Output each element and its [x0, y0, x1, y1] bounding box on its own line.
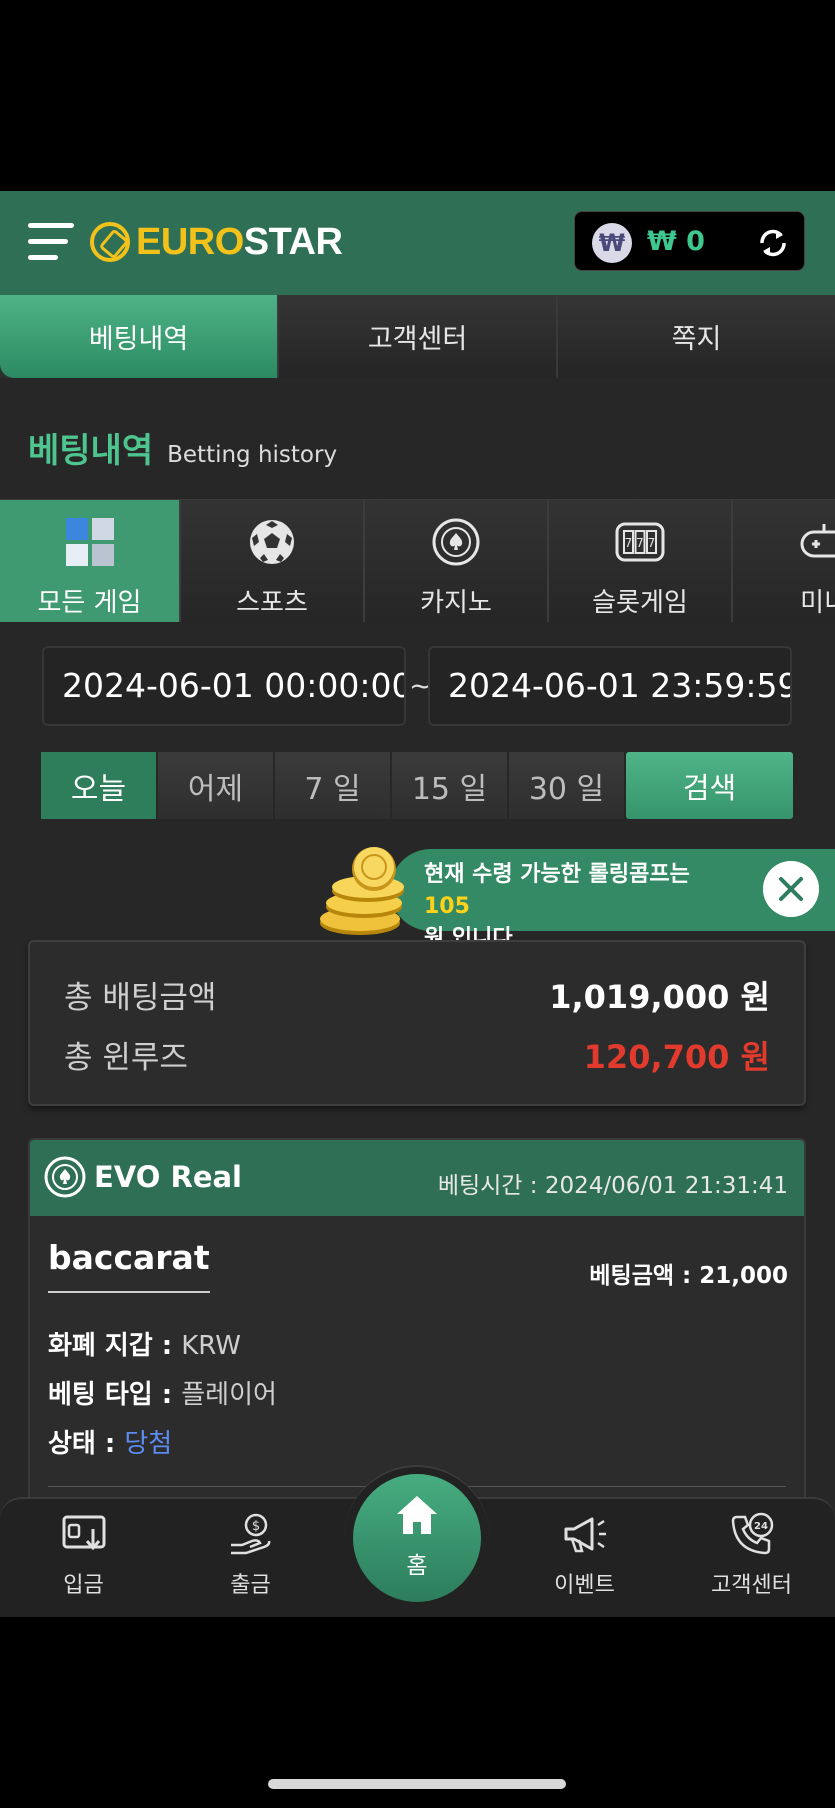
logo-mark-icon [90, 222, 130, 262]
nav-home[interactable]: 홈 [353, 1474, 481, 1602]
nav-label: 출금 [230, 1573, 271, 1598]
nav-label: 입금 [63, 1573, 104, 1598]
bet-time: 베팅시간 : 2024/06/01 21:31:41 [437, 1173, 788, 1199]
all-games-icon [65, 518, 114, 566]
category-tab-slots[interactable]: 7 7 7 슬롯게임 [549, 500, 733, 622]
nav-label: 홈 [406, 1553, 428, 1579]
betting-summary-card: 총 배팅금액 1,019,000 원 총 윈루즈 120,700 원 [28, 940, 806, 1106]
brand-logo[interactable]: EUROSTAR [90, 217, 343, 267]
bet-type-row: 베팅 타입 : 플레이어 [48, 1380, 277, 1410]
casino-chip-icon [432, 518, 480, 566]
range-today-button[interactable]: 오늘 [41, 752, 158, 819]
system-home-indicator [268, 1779, 566, 1789]
svg-text:7: 7 [636, 536, 644, 550]
slot-machine-icon: 7 7 7 [615, 522, 665, 562]
currency-value: KRW [181, 1331, 242, 1361]
top-tab-bar: 베팅내역 고객센터 쪽지 [0, 295, 835, 378]
category-tab-all[interactable]: 모든 게임 [0, 500, 181, 622]
app-screen: EUROSTAR ₩ ₩ 0 베팅내역 고객센터 쪽지 베팅내역 Betting… [0, 191, 835, 1617]
category-label: 카지노 [420, 588, 492, 618]
gamepad-icon [800, 524, 835, 558]
category-tab-sports[interactable]: 스포츠 [181, 500, 365, 622]
nav-label: 이벤트 [554, 1573, 615, 1598]
soccer-ball-icon [250, 520, 294, 564]
nav-deposit[interactable]: 입금 [0, 1499, 167, 1617]
tab-customer-center[interactable]: 고객센터 [279, 295, 558, 378]
nav-events[interactable]: 이벤트 [501, 1499, 668, 1617]
wallet-balance: ₩ ₩ 0 [574, 211, 805, 271]
svg-text:7: 7 [625, 536, 633, 550]
status-badge: 당첨 [124, 1429, 173, 1459]
category-label: 슬롯게임 [592, 588, 688, 618]
logo-text-star: STAR [243, 220, 343, 263]
svg-text:$: $ [251, 1519, 259, 1534]
tab-betting-history[interactable]: 베팅내역 [0, 295, 279, 378]
range-30days-button[interactable]: 30 일 [509, 752, 626, 819]
logo-text-euro: EURO [136, 220, 244, 263]
withdraw-icon: $ [230, 1513, 270, 1555]
rolling-comp-notice: 현재 수령 가능한 롤링콤프는 105 원 입니다. [390, 849, 835, 951]
end-date-input[interactable]: 2024-06-01 23:59:59 [428, 646, 792, 726]
category-label: 모든 게임 [37, 588, 142, 618]
total-winloss-value: 120,700 원 [583, 1038, 770, 1076]
page-title-en: Betting history [167, 442, 338, 468]
wallet-amount: ₩ 0 [647, 226, 705, 257]
category-tab-casino[interactable]: 카지노 [365, 500, 549, 622]
menu-icon[interactable] [28, 219, 74, 263]
deposit-icon [62, 1515, 105, 1551]
game-category-tabs: 모든 게임 스포츠 카지노 7 7 7 슬롯게임 미 [0, 499, 835, 622]
game-name: baccarat [48, 1238, 210, 1293]
nav-support[interactable]: 24 고객센터 [668, 1499, 835, 1617]
page-title-ko: 베팅내역 [28, 431, 154, 471]
quick-range-buttons: 오늘 어제 7 일 15 일 30 일 [41, 752, 626, 819]
currency-row: 화폐 지갑 : KRW [48, 1331, 242, 1361]
start-date-input[interactable]: 2024-06-01 00:00:00 [42, 646, 406, 726]
bet-type-value: 플레이어 [181, 1380, 277, 1410]
range-yesterday-button[interactable]: 어제 [158, 752, 275, 819]
bet-amount: 베팅금액 : 21,000 [589, 1263, 788, 1289]
header-bar: EUROSTAR ₩ ₩ 0 [0, 191, 835, 295]
status-row: 상태 : 당첨 [48, 1429, 173, 1459]
svg-text:7: 7 [648, 536, 656, 550]
total-winloss-label: 총 윈루즈 [64, 1040, 188, 1076]
bet-record-header: EVO Real 베팅시간 : 2024/06/01 21:31:41 [30, 1140, 804, 1216]
nav-withdraw[interactable]: $ 출금 [167, 1499, 334, 1617]
search-button[interactable]: 검색 [626, 752, 793, 819]
support-24-icon: 24 [731, 1512, 773, 1555]
gold-coins-icon [320, 847, 404, 935]
casino-chip-icon [44, 1156, 86, 1198]
total-bet-label: 총 배팅금액 [64, 980, 217, 1016]
svg-text:24: 24 [754, 1521, 768, 1532]
range-15days-button[interactable]: 15 일 [392, 752, 509, 819]
nav-label: 고객센터 [711, 1573, 792, 1598]
megaphone-icon [564, 1517, 606, 1553]
category-label: 미니 [800, 588, 835, 618]
won-coin-icon: ₩ [592, 223, 632, 263]
range-7days-button[interactable]: 7 일 [275, 752, 392, 819]
close-icon[interactable] [763, 861, 819, 917]
home-icon [397, 1496, 437, 1534]
page-title: 베팅내역 Betting history [28, 423, 337, 472]
category-tab-mini[interactable]: 미니 [733, 500, 835, 622]
tab-messages[interactable]: 쪽지 [558, 295, 835, 378]
comp-amount: 105 [424, 894, 470, 919]
total-bet-value: 1,019,000 원 [549, 978, 770, 1016]
refresh-icon[interactable] [754, 224, 792, 262]
category-label: 스포츠 [236, 588, 308, 618]
provider-name: EVO Real [94, 1160, 243, 1194]
